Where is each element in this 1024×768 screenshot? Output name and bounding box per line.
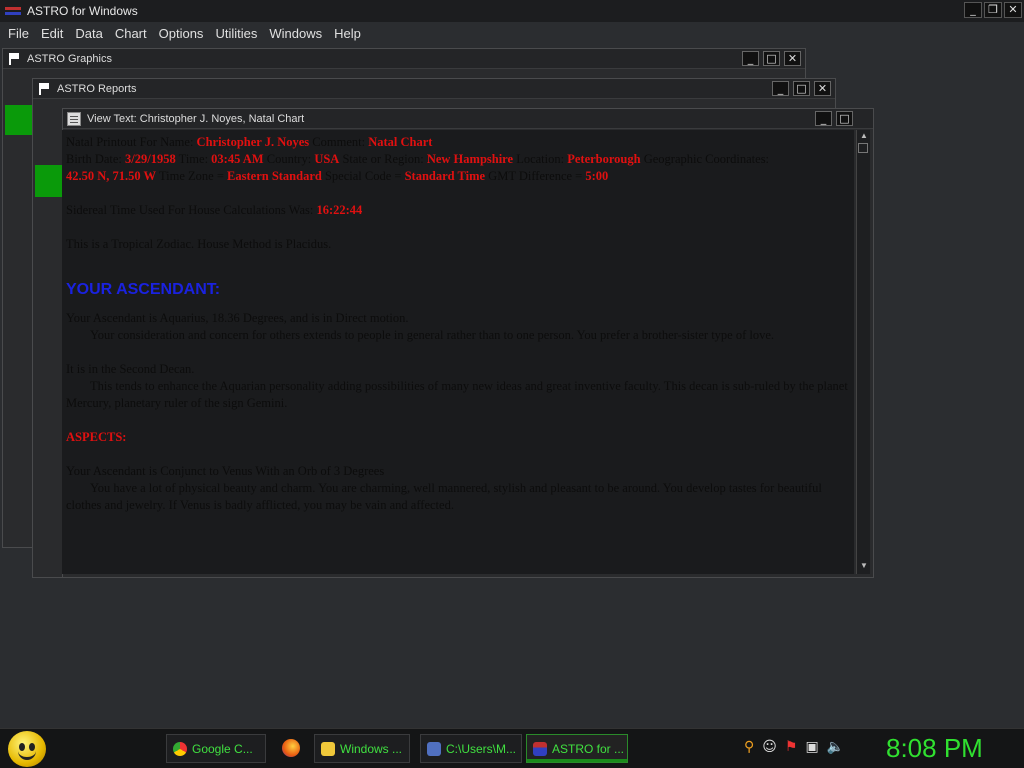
conjunct-line: Your Ascendant is Conjunct to Venus With… [66, 464, 385, 478]
app-restore-button[interactable]: ❐ [984, 2, 1002, 18]
flag-alert-icon[interactable]: ⚑ [785, 739, 798, 755]
graphics-minimize-button[interactable]: _ [742, 51, 759, 66]
system-tray: ⚲ ☺ ⚑ ▣ 🔈 [744, 739, 844, 755]
reports-minimize-button[interactable]: _ [772, 81, 789, 96]
viewer-window-title: View Text: Christopher J. Noyes, Natal C… [87, 112, 305, 125]
chart-comment: Natal Chart [368, 135, 433, 149]
report-line-name: Natal Printout For Name: Christopher J. … [66, 135, 433, 149]
clock[interactable]: 8:08 PM [886, 733, 983, 764]
taskbar: Google C... Windows ... C:\Users\M... AS… [0, 728, 1024, 768]
menu-windows[interactable]: Windows [263, 26, 328, 41]
app-close-button[interactable]: ✕ [1004, 2, 1022, 18]
astro-logo-icon [5, 5, 21, 17]
graphics-green-panel [5, 105, 33, 135]
start-smiley-icon[interactable] [8, 731, 46, 767]
app-title: ASTRO for Windows [27, 4, 138, 18]
reports-maximize-button[interactable]: □ [793, 81, 810, 96]
app-titlebar: ASTRO for Windows _ ❐ ✕ [0, 0, 1024, 22]
menu-edit[interactable]: Edit [35, 26, 69, 41]
cmd-icon [427, 741, 441, 756]
flag-icon [37, 82, 51, 96]
menu-bar: File Edit Data Chart Options Utilities W… [0, 22, 1024, 44]
firefox-icon[interactable] [282, 739, 300, 757]
task-astro[interactable]: ASTRO for ... [526, 734, 628, 763]
decan-detail: This tends to enhance the Aquarian perso… [66, 379, 848, 410]
ascendant-detail: Your consideration and concern for other… [90, 328, 775, 342]
menu-chart[interactable]: Chart [109, 26, 153, 41]
app-minimize-button[interactable]: _ [964, 2, 982, 18]
reports-window-titlebar[interactable]: ASTRO Reports _ □ ✕ [33, 79, 835, 99]
task-cmd[interactable]: C:\Users\M... [420, 734, 522, 763]
search-icon[interactable]: ⚲ [744, 739, 754, 755]
folder-icon [321, 741, 335, 756]
graphics-maximize-button[interactable]: □ [763, 51, 780, 66]
graphics-close-button[interactable]: ✕ [784, 51, 801, 66]
chrome-icon [173, 741, 187, 756]
volume-icon[interactable]: 🔈 [827, 739, 844, 755]
report-sidereal: Sidereal Time Used For House Calculation… [66, 203, 363, 217]
aspects-heading: ASPECTS: [66, 430, 127, 444]
graphics-window-title: ASTRO Graphics [27, 52, 112, 65]
viewer-maximize-button[interactable]: □ [836, 111, 853, 126]
menu-help[interactable]: Help [328, 26, 367, 41]
task-google-chrome[interactable]: Google C... [166, 734, 266, 763]
report-zodiac: This is a Tropical Zodiac. House Method … [66, 237, 332, 251]
menu-utilities[interactable]: Utilities [209, 26, 263, 41]
reports-close-button[interactable]: ✕ [814, 81, 831, 96]
scroll-thumb[interactable] [858, 143, 868, 153]
messenger-icon[interactable]: ☺ [762, 739, 777, 755]
flag-icon [7, 52, 21, 66]
menu-data[interactable]: Data [69, 26, 108, 41]
viewer-minimize-button[interactable]: _ [815, 111, 832, 126]
menu-file[interactable]: File [2, 26, 35, 41]
conjunct-detail: You have a lot of physical beauty and ch… [66, 481, 822, 512]
viewer-window-titlebar[interactable]: View Text: Christopher J. Noyes, Natal C… [63, 109, 873, 129]
report-line-birth: Birth Date: 3/29/1958 Time: 03:45 AM Cou… [66, 152, 770, 166]
chart-name: Christopher J. Noyes [196, 135, 310, 149]
task-windows-explorer[interactable]: Windows ... [314, 734, 410, 763]
reports-green-panel [35, 165, 63, 197]
ascendant-line: Your Ascendant is Aquarius, 18.36 Degree… [66, 311, 409, 325]
report-text-view[interactable]: Natal Printout For Name: Christopher J. … [62, 130, 854, 574]
ascendant-heading: YOUR ASCENDANT: [66, 281, 221, 298]
report-scrollbar[interactable]: ▲ ▼ [856, 130, 870, 574]
menu-options[interactable]: Options [153, 26, 210, 41]
network-icon[interactable]: ▣ [805, 739, 818, 755]
scroll-down-icon[interactable]: ▼ [858, 560, 870, 572]
decan-line: It is in the Second Decan. [66, 362, 195, 376]
astro-icon [533, 741, 547, 756]
document-icon [67, 111, 81, 126]
report-line-coords: 42.50 N, 71.50 W Time Zone = Eastern Sta… [66, 169, 609, 183]
scroll-up-icon[interactable]: ▲ [858, 130, 870, 142]
graphics-window-titlebar[interactable]: ASTRO Graphics _ □ ✕ [3, 49, 805, 69]
reports-window-title: ASTRO Reports [57, 82, 137, 95]
